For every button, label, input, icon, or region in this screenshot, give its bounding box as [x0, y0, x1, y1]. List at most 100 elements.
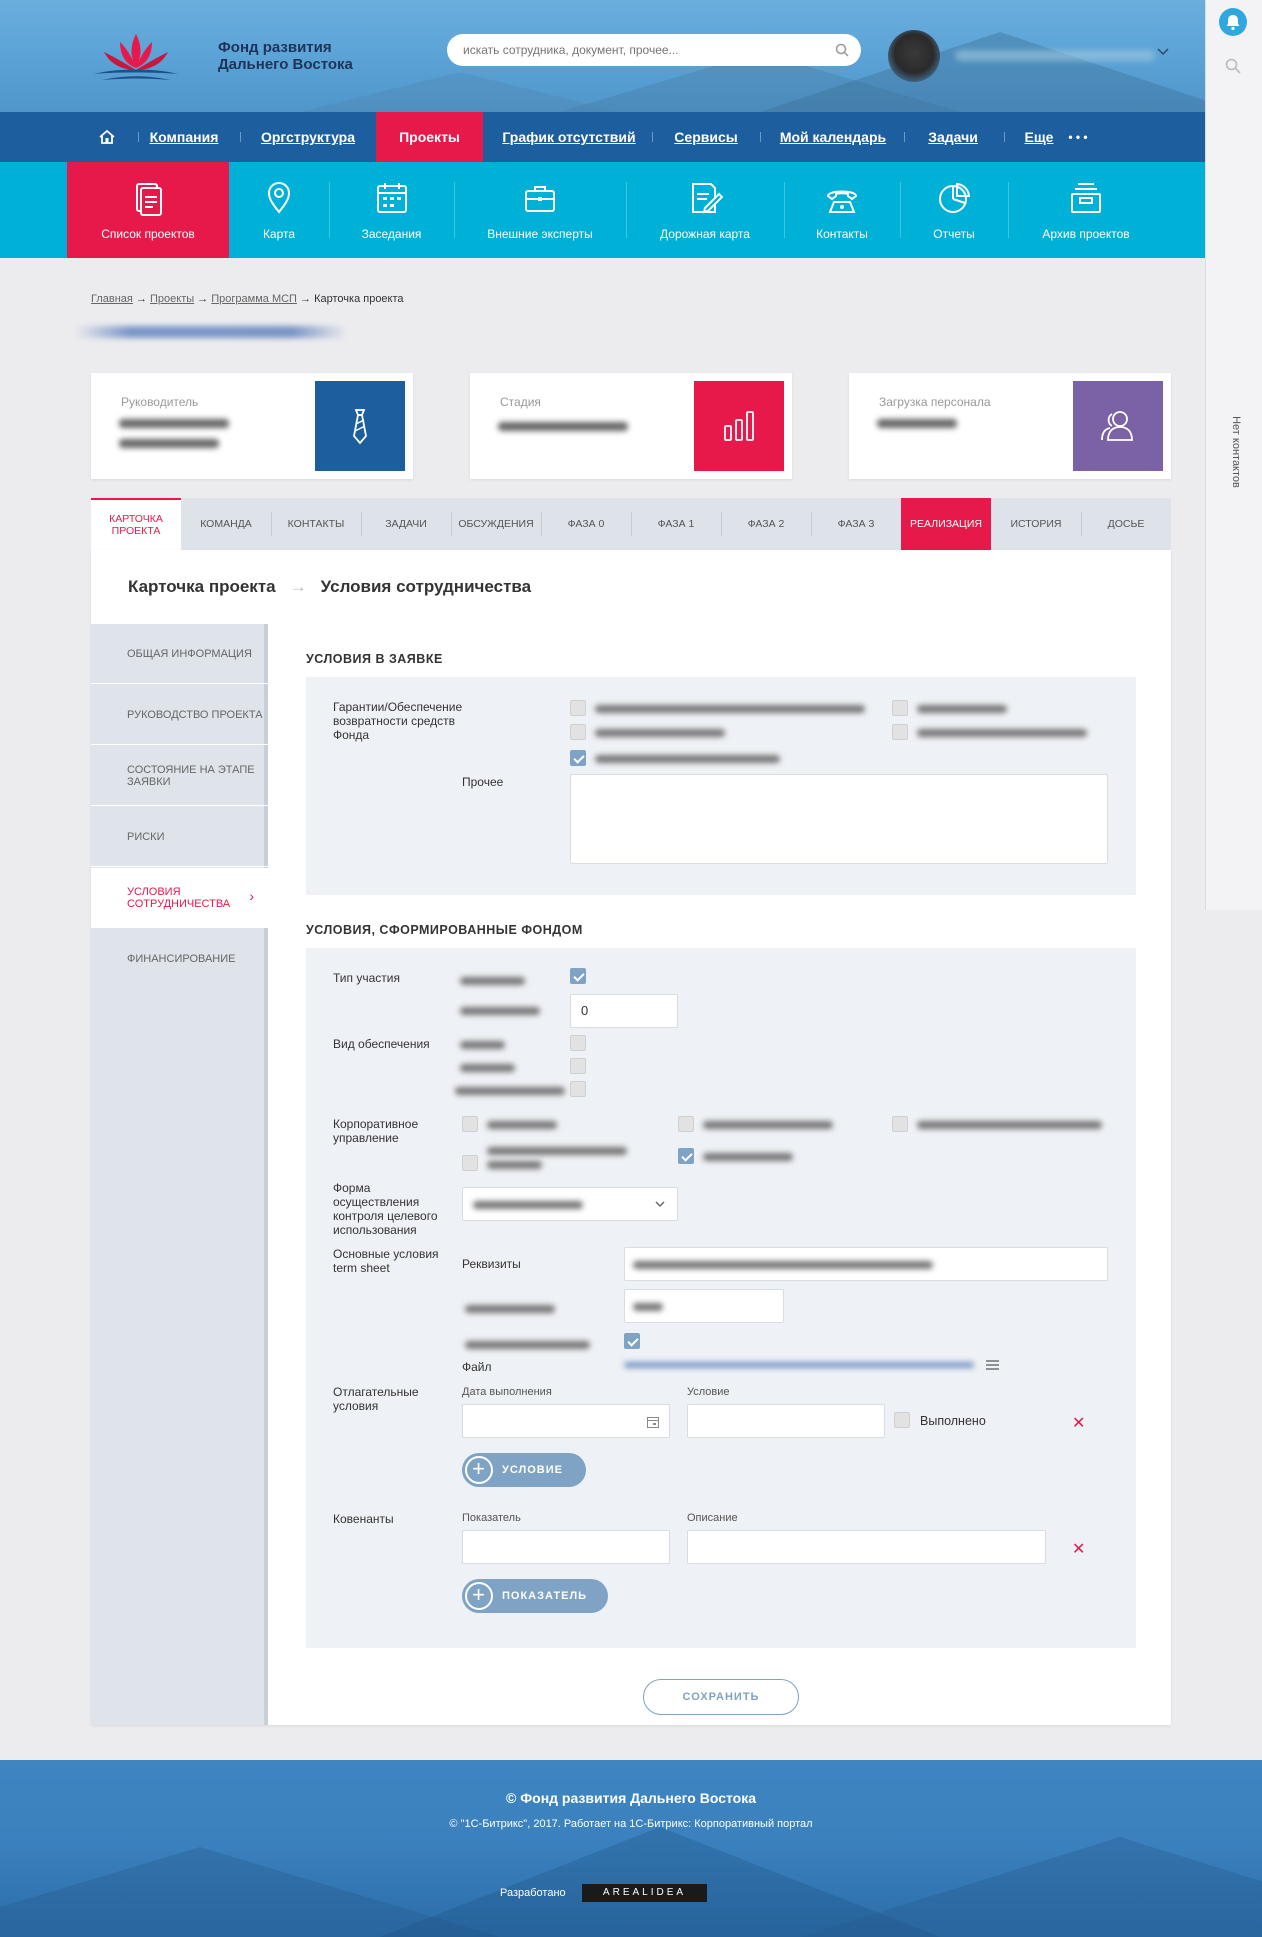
guarantee-checkbox[interactable] [570, 700, 586, 716]
tab-discussions[interactable]: ОБСУЖДЕНИЯ [451, 498, 541, 550]
save-button[interactable]: СОХРАНИТЬ [643, 1679, 799, 1715]
search-icon[interactable] [1225, 58, 1241, 74]
breadcrumb-projects[interactable]: Проекты [150, 293, 194, 305]
project-title-blurred [75, 326, 347, 338]
other-textarea[interactable] [570, 774, 1108, 864]
subnav-contacts[interactable]: Контакты [784, 162, 900, 258]
blurred-option [460, 1041, 505, 1049]
remove-condition-icon[interactable]: ✕ [1072, 1413, 1085, 1433]
chevron-down-icon[interactable] [1157, 48, 1169, 56]
blurred-value [633, 1303, 663, 1311]
corporate-checkbox[interactable] [678, 1116, 694, 1132]
tab-phase-2[interactable]: ФАЗА 2 [721, 498, 811, 550]
blurred-option [595, 755, 780, 763]
developer-logo[interactable]: AREALIDEA [582, 1884, 707, 1902]
participation-input[interactable]: 0 [570, 994, 678, 1028]
condition-input[interactable] [687, 1404, 885, 1438]
subnav-roadmap[interactable]: Дорожная карта [626, 162, 784, 258]
tie-icon [353, 409, 367, 445]
participation-checkbox-checked[interactable] [570, 968, 586, 984]
indicator-label: Показатель [462, 1512, 521, 1524]
requisites-input[interactable] [624, 1247, 1108, 1281]
logo[interactable]: Фонд развития Дальнего Востока [90, 28, 380, 88]
guarantee-checkbox-checked[interactable] [570, 750, 586, 766]
calendar-icon[interactable] [647, 1416, 659, 1428]
tab-phase-3[interactable]: ФАЗА 3 [811, 498, 901, 550]
menu-icon[interactable] [986, 1360, 999, 1370]
subnav-project-archive[interactable]: Архив проектов [1008, 162, 1164, 258]
nav-item-more[interactable]: Еще [1014, 112, 1064, 162]
notifications-button[interactable] [1219, 8, 1247, 36]
corporate-checkbox[interactable] [892, 1116, 908, 1132]
breadcrumb-home[interactable]: Главная [91, 293, 133, 305]
subnav-project-list[interactable]: Список проектов [67, 162, 229, 258]
search-input[interactable] [463, 34, 833, 66]
add-indicator-button[interactable]: + ПОКАЗАТЕЛЬ [462, 1579, 608, 1613]
term-sheet-checkbox-checked[interactable] [624, 1333, 640, 1349]
file-link-blurred[interactable] [624, 1362, 974, 1368]
corporate-checkbox[interactable] [462, 1155, 478, 1171]
guarantee-checkbox[interactable] [892, 700, 908, 716]
heading-arrow: → [289, 577, 307, 596]
add-condition-button[interactable]: + УСЛОВИЕ [462, 1453, 586, 1487]
people-icon [1101, 411, 1133, 441]
subnav-reports[interactable]: Отчеты [900, 162, 1008, 258]
remove-covenant-icon[interactable]: ✕ [1072, 1539, 1085, 1559]
home-icon[interactable] [98, 128, 116, 146]
nav-item-orgstructure[interactable]: Оргструктура [252, 112, 364, 162]
security-checkbox[interactable] [570, 1081, 586, 1097]
date-input[interactable] [462, 1404, 670, 1438]
subnav-external-experts[interactable]: Внешние эксперты [454, 162, 626, 258]
tab-tasks[interactable]: ЗАДАЧИ [361, 498, 451, 550]
sidebar-item-financing[interactable]: ФИНАНСИРОВАНИЕ [91, 929, 268, 989]
security-checkbox[interactable] [570, 1058, 586, 1074]
breadcrumb-sep: → [135, 293, 147, 305]
description-input[interactable] [687, 1530, 1046, 1564]
indicator-input[interactable] [462, 1530, 670, 1564]
blurred-option [703, 1153, 793, 1161]
tab-contacts[interactable]: КОНТАКТЫ [271, 498, 361, 550]
nav-item-company[interactable]: Компания [140, 112, 228, 162]
plus-icon: + [465, 1456, 493, 1484]
subnav-map[interactable]: Карта [229, 162, 329, 258]
phone-icon [826, 190, 858, 213]
tab-implementation[interactable]: РЕАЛИЗАЦИЯ [901, 498, 991, 550]
sidebar-item-cooperation-terms[interactable]: УСЛОВИЯ СОТРУДНИЧЕСТВА › [91, 868, 272, 928]
guarantee-checkbox[interactable] [892, 724, 908, 740]
tab-project-card[interactable]: КАРТОЧКА ПРОЕКТА [91, 498, 181, 550]
done-checkbox[interactable] [894, 1412, 910, 1428]
bar-chart-icon [724, 411, 754, 441]
term-sheet-field[interactable] [624, 1289, 784, 1323]
tab-history[interactable]: ИСТОРИЯ [991, 498, 1081, 550]
search-icon[interactable] [835, 43, 849, 57]
tab-phase-1[interactable]: ФАЗА 1 [631, 498, 721, 550]
security-checkbox[interactable] [570, 1035, 586, 1051]
plus-icon: + [465, 1582, 493, 1610]
more-dots-icon[interactable]: • • • [1058, 112, 1098, 162]
sidebar-item-risks[interactable]: РИСКИ [91, 807, 268, 867]
nav-item-services[interactable]: Сервисы [662, 112, 750, 162]
tab-team[interactable]: КОМАНДА [181, 498, 271, 550]
nav-item-projects[interactable]: Проекты [376, 112, 483, 162]
nav-item-absence-chart[interactable]: График отсутствий [498, 112, 640, 162]
search-box [447, 34, 861, 66]
project-tabs: КАРТОЧКА ПРОЕКТА КОМАНДА КОНТАКТЫ ЗАДАЧИ … [91, 498, 1171, 550]
breadcrumb-msp-program[interactable]: Программа МСП [211, 293, 297, 305]
user-avatar[interactable] [888, 30, 940, 82]
control-form-select[interactable] [462, 1187, 678, 1221]
nav-item-my-calendar[interactable]: Мой календарь [770, 112, 896, 162]
blurred-option [595, 705, 865, 713]
corporate-checkbox[interactable] [462, 1116, 478, 1132]
guarantee-checkbox[interactable] [570, 724, 586, 740]
subnav-meetings[interactable]: Заседания [329, 162, 454, 258]
sidebar-item-general-info[interactable]: ОБЩАЯ ИНФОРМАЦИЯ [91, 624, 268, 684]
document-edit-icon [692, 183, 723, 214]
tab-dossier[interactable]: ДОСЬЕ [1081, 498, 1171, 550]
corporate-checkbox-checked[interactable] [678, 1148, 694, 1164]
sidebar-item-project-management[interactable]: РУКОВОДСТВО ПРОЕКТА [91, 685, 268, 745]
sidebar-item-application-state[interactable]: СОСТОЯНИЕ НА ЭТАПЕ ЗАЯВКИ [91, 746, 268, 806]
user-name-blurred[interactable] [955, 50, 1155, 61]
tab-phase-0[interactable]: ФАЗА 0 [541, 498, 631, 550]
nav-item-tasks[interactable]: Задачи [914, 112, 992, 162]
security-type-label: Вид обеспечения [333, 1037, 430, 1051]
